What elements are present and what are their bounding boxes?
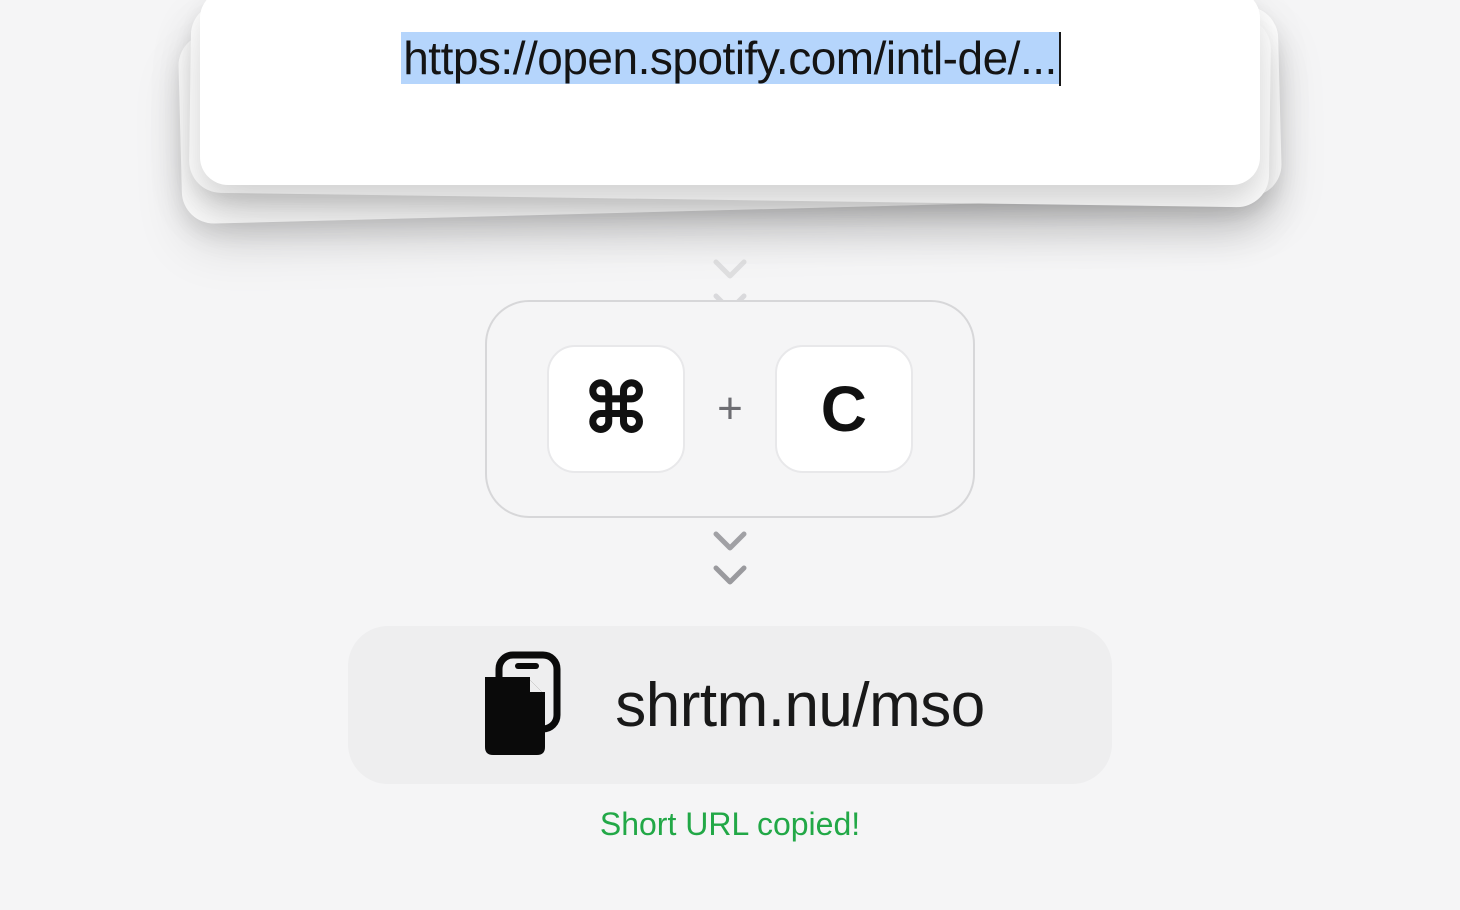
chevron-down-icon bbox=[710, 258, 750, 282]
url-input-value[interactable]: https://open.spotify.com/intl-de/... bbox=[401, 32, 1059, 84]
url-input-card[interactable]: https://open.spotify.com/intl-de/... bbox=[200, 0, 1260, 185]
keyboard-shortcut-hint: ⌘ + C bbox=[485, 300, 975, 518]
clipboard-icon bbox=[475, 651, 567, 759]
url-input[interactable]: https://open.spotify.com/intl-de/... bbox=[401, 30, 1059, 88]
c-key-label: C bbox=[821, 372, 867, 446]
plus-separator: + bbox=[717, 384, 743, 434]
short-url-result[interactable]: shrtm.nu/mso bbox=[348, 626, 1112, 784]
url-input-card-stack: https://open.spotify.com/intl-de/... bbox=[200, 0, 1260, 220]
status-message: Short URL copied! bbox=[600, 806, 860, 843]
c-key: C bbox=[775, 345, 913, 473]
chevron-down-icon bbox=[710, 530, 750, 554]
text-caret bbox=[1059, 32, 1061, 86]
short-url-text: shrtm.nu/mso bbox=[615, 670, 985, 741]
chevron-down-icon bbox=[710, 564, 750, 588]
command-key: ⌘ bbox=[547, 345, 685, 473]
command-icon: ⌘ bbox=[582, 370, 650, 449]
